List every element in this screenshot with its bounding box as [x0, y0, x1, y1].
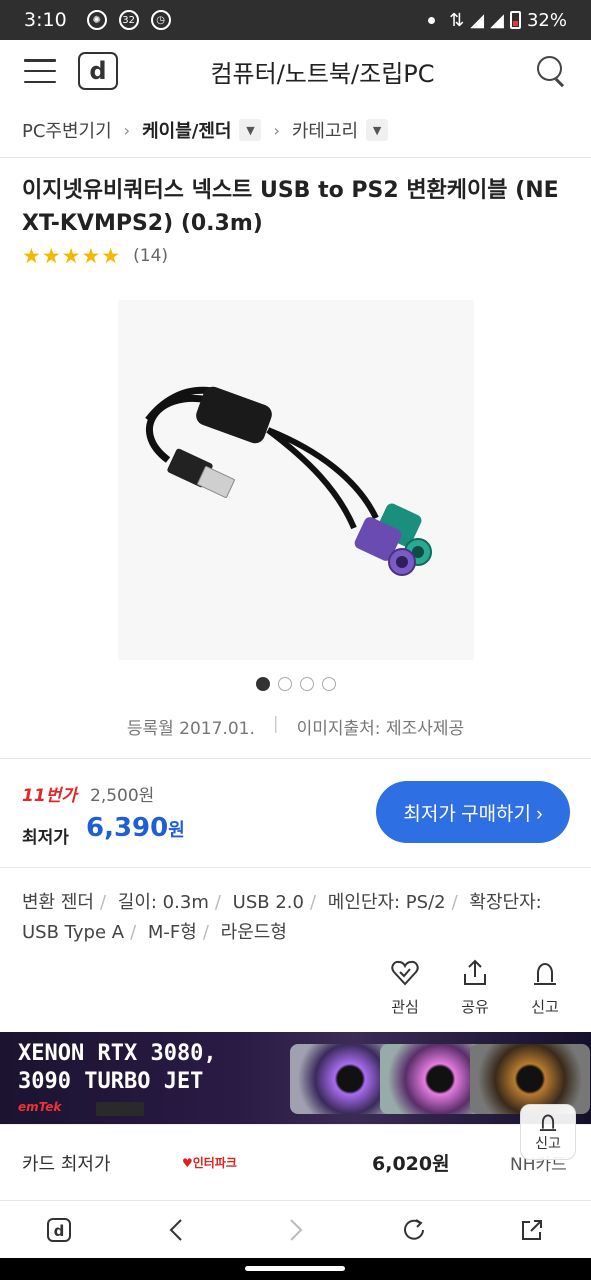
card-lowest-price: 6,020원 — [372, 1153, 450, 1175]
mall-11st-logo: 11번가 — [22, 786, 77, 806]
pager-dot[interactable] — [299, 677, 314, 691]
buy-lowest-button[interactable]: 최저가 구매하기 › — [376, 781, 570, 843]
status-bar: 3:10 ✺ 32 ◷ ⇅ ◢ ◢ 32% — [0, 0, 591, 40]
lowest-price-value: 6,390원 — [86, 813, 185, 843]
pager-dot[interactable] — [321, 677, 336, 691]
banner-headline: XENON RTX 3080, 3090 TURBO JET — [18, 1041, 217, 1094]
category-title[interactable]: 컴퓨터/노트북/조립PC — [118, 54, 527, 89]
wifi-icon: ◢ — [470, 9, 485, 31]
pager-dot[interactable] — [277, 677, 292, 691]
breadcrumb: PC주변기기 › 케이블/젠더 ▼ › 카테고리 ▼ — [0, 103, 591, 158]
spec-item: M-F형 — [147, 922, 197, 943]
lowest-price-label: 최저가 — [22, 828, 69, 848]
product-title: 이지넷유비쿼터스 넥스트 USB to PS2 변환케이블 (NEXT-KVMP… — [22, 178, 559, 236]
status-time: 3:10 — [24, 9, 67, 31]
pager-dot[interactable] — [255, 677, 270, 691]
interpark-logo: ♥인터파크 — [182, 1156, 237, 1170]
battery-icon — [509, 11, 521, 29]
notification-dot-icon — [428, 16, 436, 24]
home-handle[interactable] — [245, 1266, 345, 1271]
spec-item: 변환 젠더 — [22, 892, 94, 913]
floating-report-button[interactable]: 신고 — [520, 1104, 576, 1160]
favorite-button[interactable]: 관심 — [384, 958, 426, 1017]
floating-report-label: 신고 — [535, 1136, 561, 1152]
share-button[interactable]: 공유 — [454, 958, 496, 1017]
signal-icon: ◢ — [490, 9, 504, 31]
app-header: d 컴퓨터/노트북/조립PC — [0, 40, 591, 102]
aperture-icon: ✺ — [86, 10, 107, 30]
search-icon[interactable] — [537, 56, 567, 86]
battery-percent: 32% — [526, 9, 567, 31]
spec-list: 변환 젠더 / 길이: 0.3m / USB 2.0/ 메인단자: PS/2/ 확장… — [22, 892, 542, 943]
report-button[interactable]: 신고 — [524, 958, 566, 1017]
chevron-down-icon[interactable]: ▼ — [366, 119, 389, 141]
breadcrumb-item-cables[interactable]: 케이블/젠더 — [142, 117, 231, 143]
cable-illustration — [145, 386, 432, 576]
forward-icon[interactable] — [275, 1210, 315, 1250]
spec-item: 길이: 0.3m — [117, 892, 209, 913]
emtek-logo: emTek — [18, 1100, 62, 1114]
registration-info: 등록월 2017.01. | 이미지출처: 제조사제공 — [0, 714, 591, 739]
share-out-icon[interactable] — [512, 1210, 552, 1250]
product-image[interactable] — [118, 300, 474, 660]
card-lowest-label: 카드 최저가 — [22, 1153, 111, 1175]
share-label: 공유 — [461, 998, 489, 1016]
share-icon — [464, 959, 486, 985]
breadcrumb-item-pc-peripherals[interactable]: PC주변기기 — [22, 117, 112, 143]
system-gesture-bar — [0, 1258, 591, 1280]
report-label: 신고 — [531, 998, 559, 1016]
review-count[interactable]: (14) — [133, 246, 168, 266]
notification-count-badge: 32 — [118, 10, 139, 30]
home-d-icon[interactable]: d — [39, 1210, 79, 1250]
divider: | — [272, 714, 279, 734]
back-icon[interactable] — [157, 1210, 197, 1250]
card-lowest-row[interactable]: 카드 최저가 ♥인터파크 6,020원 NH카드 — [0, 1124, 591, 1200]
image-source: 이미지출처: 제조사제공 — [296, 719, 465, 739]
refresh-icon[interactable] — [394, 1210, 434, 1250]
chevron-right-icon: › — [123, 120, 131, 140]
mall-price: 2,500원 — [90, 786, 155, 806]
spec-item: USB 2.0 — [232, 892, 304, 913]
nvidia-rtx-logo — [96, 1102, 144, 1116]
action-bar: 관심 공유 신고 — [384, 958, 566, 1017]
alarm-icon: ◷ — [150, 10, 171, 30]
breadcrumb-item-category[interactable]: 카테고리 — [292, 117, 358, 143]
chevron-right-icon: › — [273, 120, 280, 140]
svg-text:d: d — [54, 1222, 65, 1240]
menu-icon[interactable] — [24, 59, 56, 83]
siren-icon — [539, 1114, 557, 1131]
spec-item: 메인단자: PS/2 — [327, 892, 446, 913]
ad-banner[interactable]: XENON RTX 3080, 3090 TURBO JET emTek — [0, 1032, 591, 1124]
danawa-logo[interactable]: d — [78, 52, 118, 90]
siren-icon — [534, 962, 556, 985]
registration-date: 등록월 2017.01. — [126, 719, 255, 739]
browser-bottom-nav: d — [0, 1200, 591, 1258]
chevron-down-icon[interactable]: ▼ — [239, 119, 262, 141]
data-arrows-icon: ⇅ — [449, 9, 465, 31]
rating[interactable]: ★★★★★ (14) — [22, 244, 168, 268]
favorite-label: 관심 — [391, 998, 419, 1016]
heart-check-icon — [391, 960, 419, 986]
rating-stars: ★★★★★ — [22, 244, 122, 268]
image-pager[interactable] — [0, 677, 591, 691]
spec-item: 라운드형 — [220, 922, 287, 943]
price-box: 11번가 2,500원 최저가 6,390원 최저가 구매하기 › — [0, 758, 591, 868]
